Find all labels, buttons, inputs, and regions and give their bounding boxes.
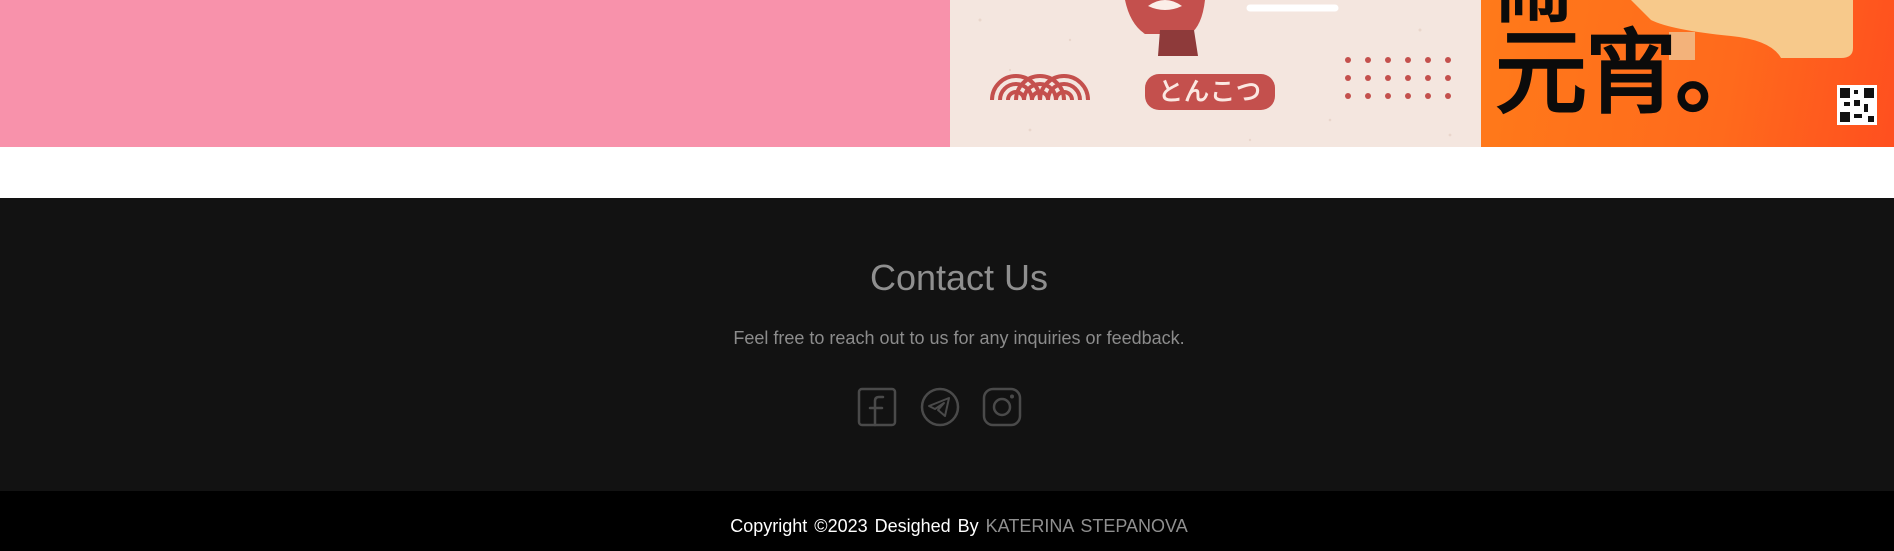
author-link[interactable]: KATERINA STEPANOVA bbox=[986, 516, 1188, 536]
festival-title-bottom: 元宵。 bbox=[1495, 20, 1767, 127]
copyright-label: Copyright ©2023 Desighed By bbox=[730, 516, 986, 536]
copyright-text: Copyright ©2023 Desighed By KATERINA STE… bbox=[0, 516, 1894, 536]
facebook-link[interactable] bbox=[857, 387, 897, 427]
instagram-icon bbox=[982, 387, 1022, 427]
gallery-image-pink[interactable] bbox=[0, 0, 950, 147]
instagram-link[interactable] bbox=[982, 387, 1022, 427]
telegram-link[interactable] bbox=[920, 387, 960, 427]
facebook-icon bbox=[857, 387, 897, 427]
contact-title: Contact Us bbox=[869, 257, 1049, 298]
gallery-strip: とんこつ 鬧 元宵。 bbox=[0, 0, 1894, 147]
contact-description: Feel free to reach out to us for any inq… bbox=[733, 328, 1185, 348]
gallery-image-ramen[interactable]: とんこつ bbox=[950, 0, 1481, 147]
qr-code-icon bbox=[1837, 85, 1877, 125]
telegram-icon bbox=[920, 387, 960, 427]
ramen-label: とんこつ bbox=[1145, 74, 1275, 110]
gallery-image-lantern-festival[interactable]: 鬧 元宵。 bbox=[1481, 0, 1894, 147]
social-links bbox=[857, 387, 1027, 427]
